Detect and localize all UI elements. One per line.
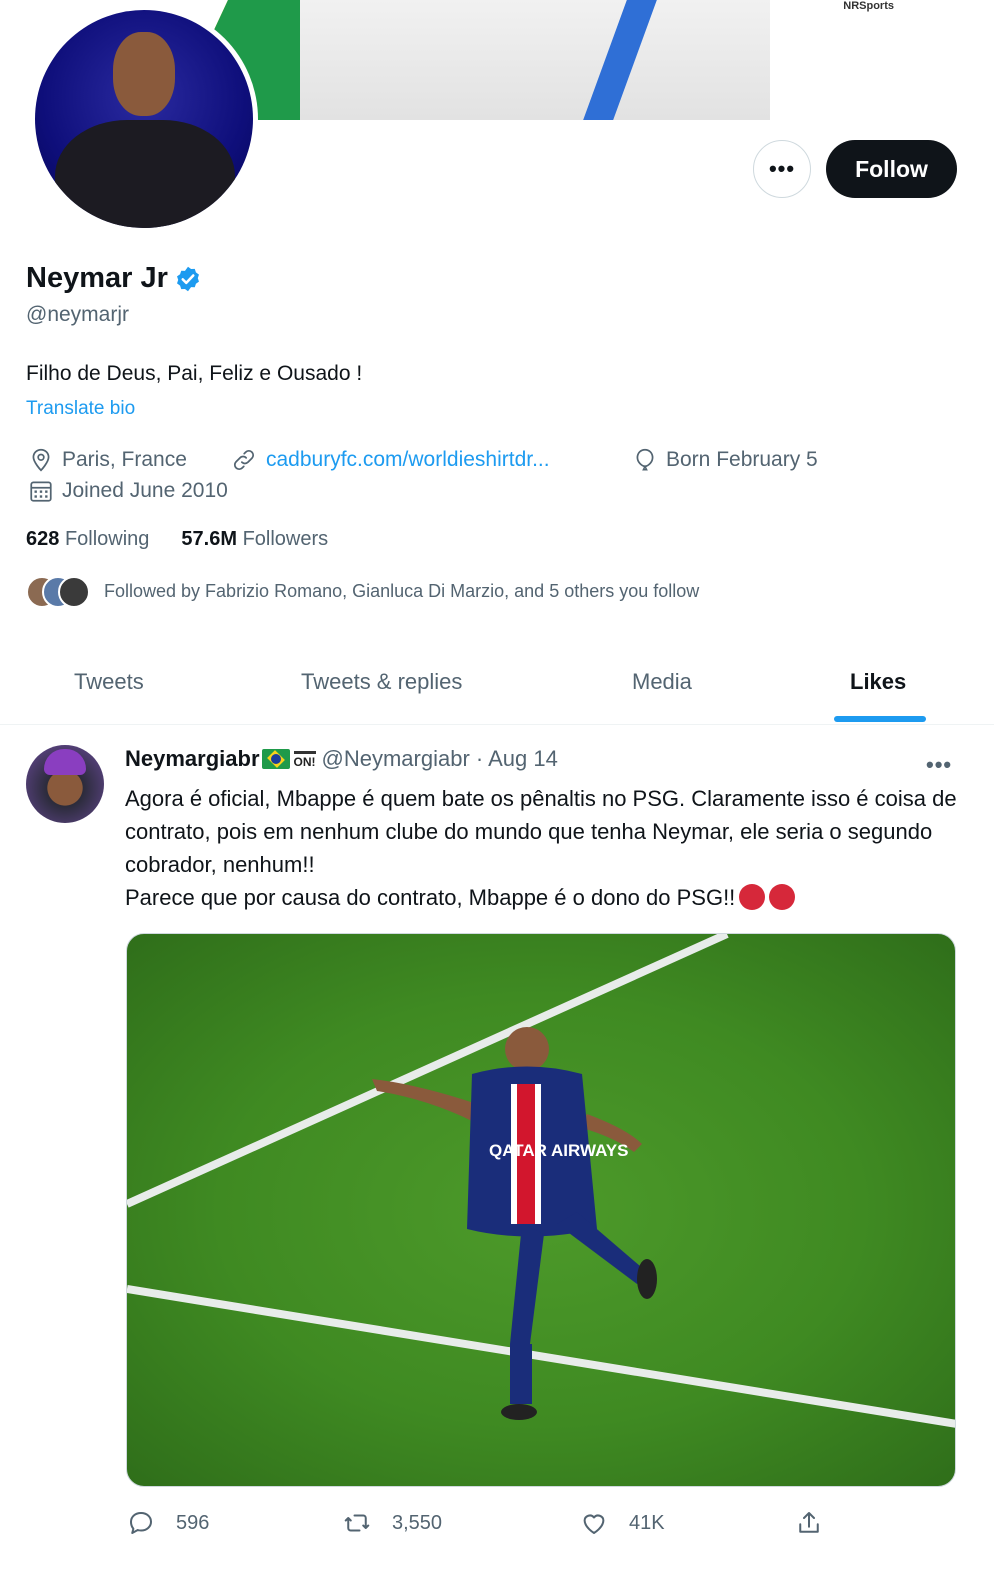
avatar-head bbox=[113, 32, 175, 116]
followed-by-text: Followed by Fabrizio Romano, Gianluca Di… bbox=[104, 580, 700, 601]
followed-by-avatars bbox=[26, 576, 90, 608]
jersey-sponsor-text: QATAR AIRWAYS bbox=[489, 1141, 628, 1160]
tweet-handle-date[interactable]: @Neymargiabr · Aug 14 bbox=[322, 746, 558, 772]
pitch-line bbox=[127, 1285, 955, 1428]
more-options-button[interactable]: ••• bbox=[753, 140, 811, 198]
avatar-photo bbox=[35, 10, 253, 228]
profile-name-row: Neymar Jr bbox=[26, 262, 202, 295]
tab-tweets-replies[interactable]: Tweets & replies bbox=[301, 640, 462, 724]
avatar bbox=[58, 576, 90, 608]
on-badge-icon: ON! bbox=[293, 750, 316, 768]
profile-handle: @neymarjr bbox=[26, 303, 130, 326]
retweet-icon bbox=[344, 1514, 370, 1532]
following-link[interactable]: 628 Following bbox=[26, 528, 149, 551]
tweet-actions: 596 3,550 41K bbox=[0, 1508, 994, 1548]
retweet-count: 3,550 bbox=[392, 1511, 443, 1534]
profile-tabs: Tweets Tweets & replies Media Likes bbox=[0, 640, 994, 725]
tweet-text-line: Parece que por causa do contrato, Mbappe… bbox=[125, 881, 975, 914]
tweet-text-line-content: Parece que por causa do contrato, Mbappe… bbox=[125, 885, 736, 910]
followers-count: 57.6M bbox=[181, 528, 238, 550]
profile-bio: Filho de Deus, Pai, Feliz e Ousado ! bbox=[26, 362, 363, 385]
retweet-button[interactable]: 3,550 bbox=[342, 1508, 442, 1538]
tweet-text-line: Agora é oficial, Mbappe é quem bate os p… bbox=[125, 786, 957, 877]
brazil-flag-icon bbox=[261, 749, 290, 769]
like-count: 41K bbox=[629, 1511, 665, 1534]
followers-link[interactable]: 57.6M Followers bbox=[181, 528, 328, 551]
profile-birthday: Born February 5 bbox=[632, 447, 818, 473]
profile-name: Neymar Jr bbox=[26, 262, 168, 294]
link-icon bbox=[233, 449, 255, 471]
balloon-icon bbox=[636, 448, 654, 471]
profile-joined: Joined June 2010 bbox=[28, 478, 228, 504]
followed-by[interactable]: Followed by Fabrizio Romano, Gianluca Di… bbox=[26, 576, 700, 608]
tab-likes[interactable]: Likes bbox=[850, 640, 906, 724]
verified-badge-icon bbox=[176, 266, 199, 291]
follow-button[interactable]: Follow bbox=[826, 140, 957, 198]
birthday-text: Born February 5 bbox=[666, 448, 818, 471]
soccer-photo: QATAR AIRWAYS bbox=[127, 934, 955, 1428]
banner-photo bbox=[300, 0, 770, 120]
profile-avatar[interactable] bbox=[30, 5, 258, 233]
profile-location: Paris, France bbox=[28, 447, 187, 473]
website-link[interactable]: cadburyfc.com/worldieshirtdr... bbox=[266, 448, 550, 472]
calendar-icon bbox=[30, 481, 52, 502]
avatar-body bbox=[55, 120, 235, 228]
tweet-text: Agora é oficial, Mbappe é quem bate os p… bbox=[125, 782, 975, 914]
angry-face-icon bbox=[739, 884, 766, 910]
profile-website[interactable]: cadburyfc.com/worldieshirtdr... bbox=[230, 447, 550, 473]
location-text: Paris, France bbox=[62, 448, 187, 471]
tweet-more-button[interactable]: ••• bbox=[926, 752, 952, 778]
pitch-line bbox=[127, 934, 729, 1208]
tweet-header: Neymargiabr ON! @Neymargiabr · Aug 14 bbox=[125, 746, 558, 772]
translate-bio-link[interactable]: Translate bio bbox=[26, 398, 135, 420]
tab-media[interactable]: Media bbox=[632, 640, 692, 724]
followers-label: Followers bbox=[242, 528, 329, 550]
heart-icon bbox=[583, 1514, 605, 1534]
tweet-author-avatar[interactable] bbox=[26, 745, 104, 823]
reply-count: 596 bbox=[176, 1511, 210, 1534]
reply-icon bbox=[130, 1512, 152, 1534]
reply-button[interactable]: 596 bbox=[126, 1508, 209, 1538]
follow-counts: 628 Following 57.6M Followers bbox=[26, 528, 328, 551]
like-button[interactable]: 41K bbox=[579, 1508, 665, 1538]
share-icon bbox=[799, 1512, 819, 1533]
following-count: 628 bbox=[26, 528, 60, 550]
joined-text: Joined June 2010 bbox=[62, 479, 228, 502]
banner-brand: NRSports bbox=[843, 0, 894, 12]
tweet-author-name[interactable]: Neymargiabr bbox=[125, 746, 260, 772]
player-figure: QATAR AIRWAYS bbox=[372, 1027, 657, 1420]
tweet-media-image[interactable]: QATAR AIRWAYS bbox=[126, 933, 956, 1487]
avatar-hat bbox=[44, 749, 86, 775]
following-label: Following bbox=[64, 528, 150, 550]
share-button[interactable] bbox=[794, 1508, 844, 1538]
active-tab-indicator bbox=[834, 716, 926, 722]
angry-face-icon bbox=[769, 884, 796, 910]
tab-tweets[interactable]: Tweets bbox=[74, 640, 144, 724]
location-pin-icon bbox=[32, 448, 50, 472]
